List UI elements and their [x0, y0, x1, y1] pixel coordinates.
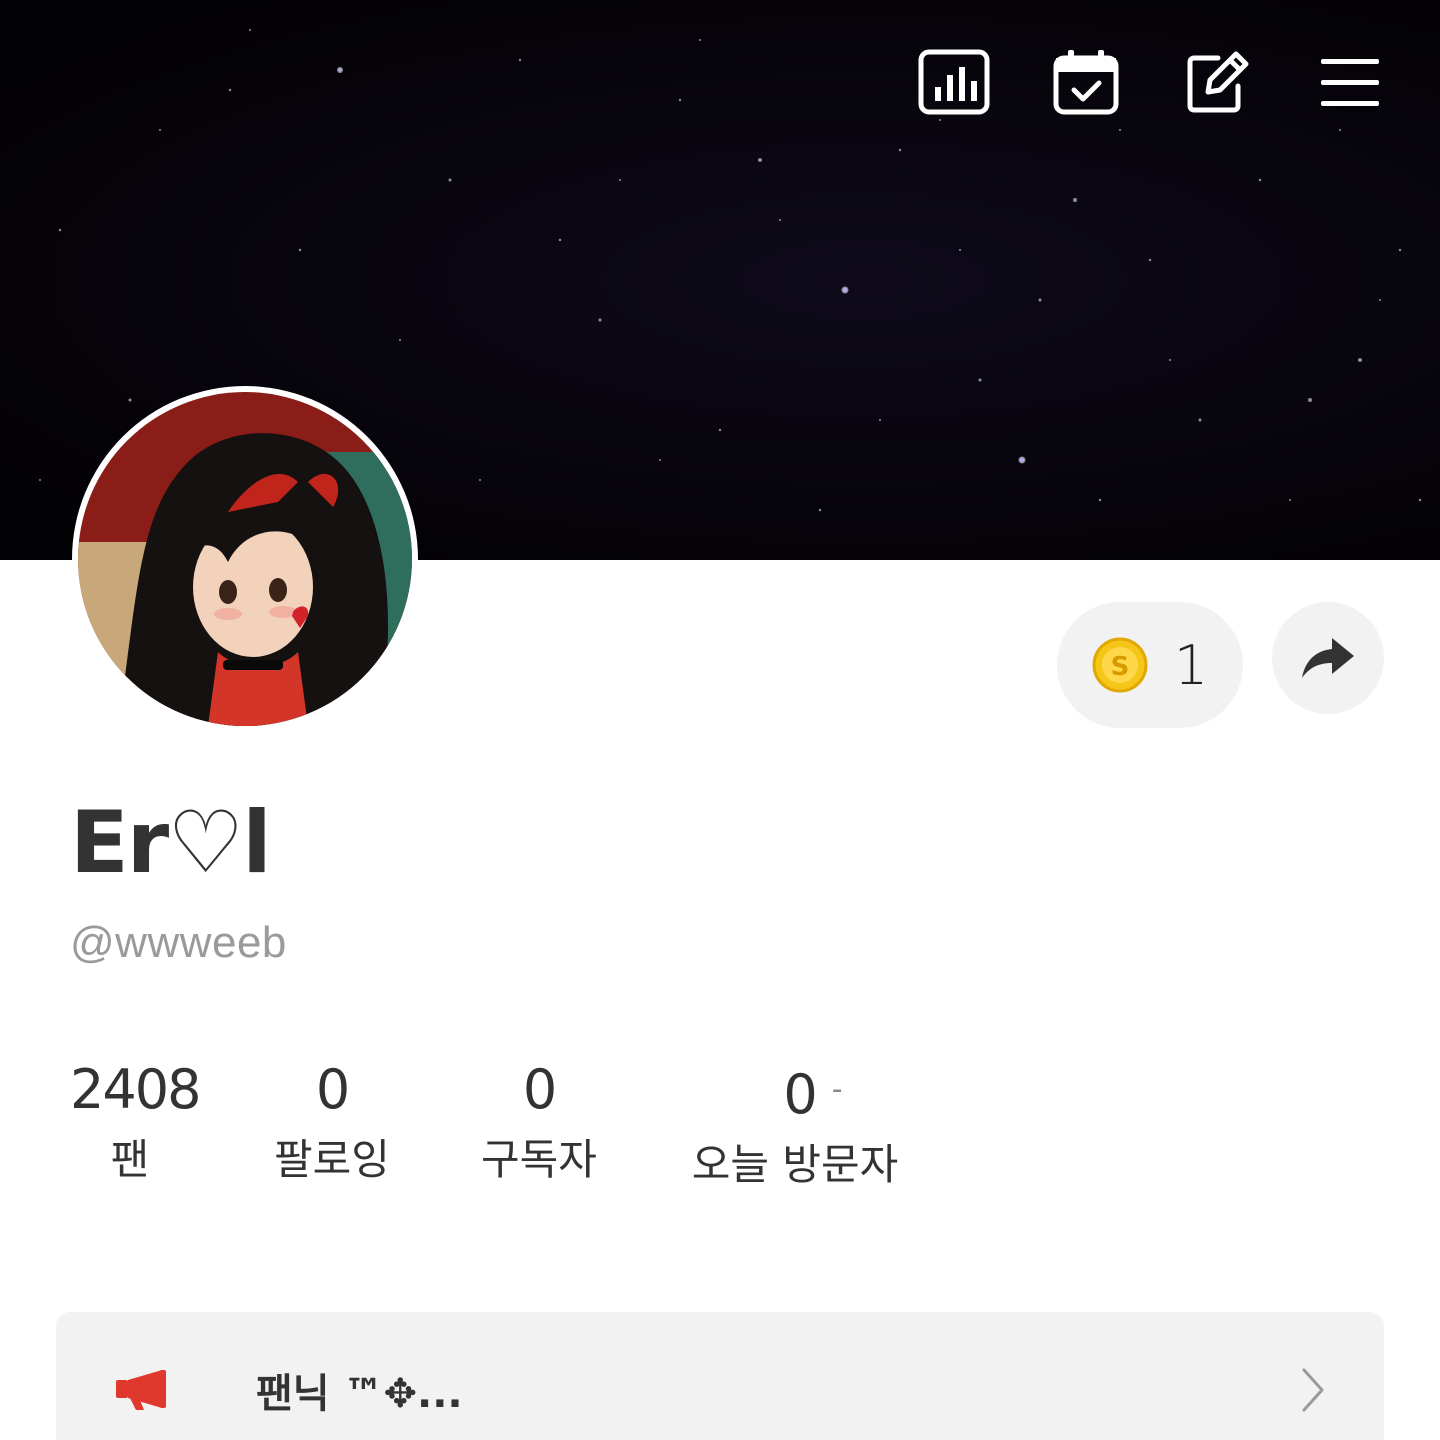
chevron-right-icon	[1302, 1368, 1324, 1412]
stat-today-visitors-trend: -	[831, 1072, 843, 1107]
stat-subscribers-value: 0	[522, 1058, 557, 1121]
hamburger-menu-icon	[1321, 59, 1379, 106]
megaphone-icon	[116, 1370, 166, 1410]
share-arrow-icon	[1302, 638, 1354, 678]
calendar-check-icon	[1053, 50, 1119, 115]
stat-following[interactable]: 0 팔로잉	[262, 1058, 402, 1190]
notice-text: 팬닉 ™✥...	[256, 1371, 463, 1417]
stat-subscribers[interactable]: 0 구독자	[468, 1058, 610, 1190]
menu-button[interactable]	[1314, 46, 1386, 118]
stat-today-visitors-label: 오늘 방문자	[691, 1140, 899, 1189]
edit-icon	[1187, 51, 1249, 113]
avatar[interactable]	[72, 386, 418, 732]
edit-button[interactable]	[1182, 46, 1254, 118]
stat-following-value: 0	[315, 1058, 350, 1121]
stat-fans[interactable]: 2408 팬	[70, 1058, 201, 1190]
stat-fans-value: 2408	[70, 1058, 201, 1121]
avatar-image	[78, 392, 412, 726]
calendar-button[interactable]	[1050, 46, 1122, 118]
share-button[interactable]	[1272, 602, 1384, 714]
stat-today-visitors-value-row: 0-	[680, 1058, 910, 1127]
stat-subscribers-label: 구독자	[481, 1135, 597, 1184]
stat-today-visitors-value: 0	[783, 1063, 817, 1126]
bar-chart-icon	[918, 49, 990, 115]
stat-following-label: 팔로잉	[274, 1135, 390, 1184]
profile-handle: @wwweeb	[70, 918, 287, 967]
profile-stats: 2408 팬 0 팔로잉 0 구독자 0- 오늘 방문자	[0, 1058, 1440, 1198]
notice-banner[interactable]: 팬닉 ™✥...	[56, 1312, 1384, 1440]
stat-today-visitors[interactable]: 0- 오늘 방문자	[680, 1058, 910, 1195]
coin-balance-button[interactable]: S 1	[1057, 602, 1243, 728]
svg-text:S: S	[1110, 652, 1129, 682]
coin-icon: S	[1092, 637, 1148, 693]
coin-count: 1	[1173, 633, 1209, 697]
profile-name: Er♡l	[70, 793, 272, 893]
stat-fans-label: 팬	[110, 1135, 150, 1184]
stats-button[interactable]	[918, 46, 990, 118]
